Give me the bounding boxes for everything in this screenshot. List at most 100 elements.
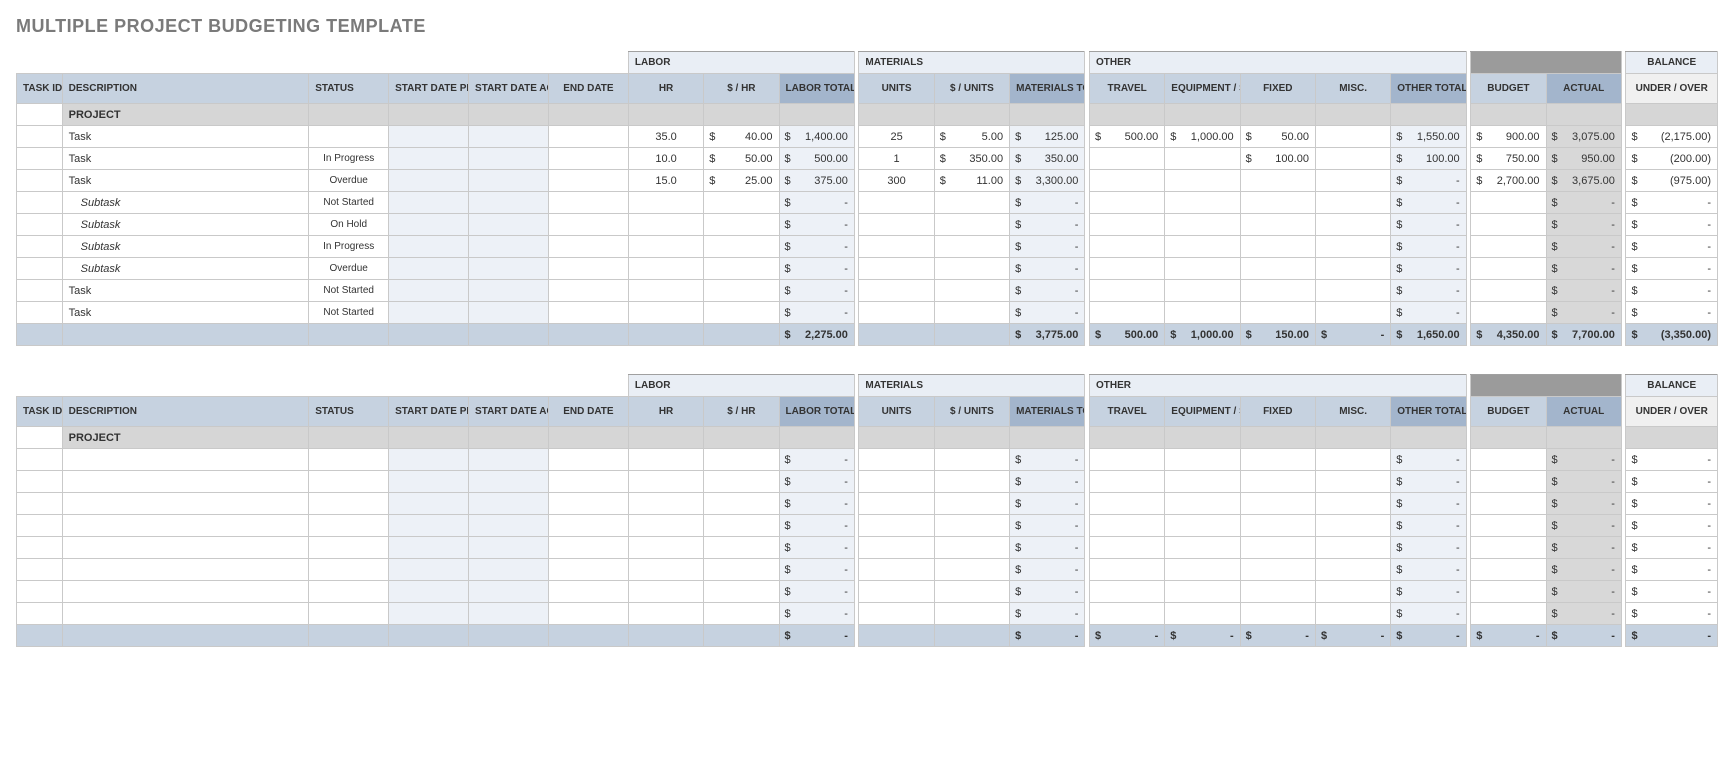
end-date-cell[interactable]: [548, 148, 628, 170]
cell[interactable]: [1089, 148, 1164, 170]
hr-cell[interactable]: 15.0: [628, 170, 703, 192]
hr-cell[interactable]: [628, 449, 703, 471]
cell[interactable]: [1165, 493, 1240, 515]
cell[interactable]: 1,400.00: [779, 126, 854, 148]
cell[interactable]: [1471, 515, 1546, 537]
cell[interactable]: [1165, 449, 1240, 471]
cell[interactable]: -: [1626, 280, 1718, 302]
start-planned-cell[interactable]: [389, 280, 469, 302]
cell[interactable]: 2,700.00: [1471, 170, 1546, 192]
cell[interactable]: [1471, 603, 1546, 625]
description-cell[interactable]: Task: [62, 148, 309, 170]
cell[interactable]: -: [1391, 280, 1466, 302]
end-date-cell[interactable]: [548, 581, 628, 603]
cell[interactable]: 500.00: [1089, 324, 1164, 346]
cell[interactable]: -: [1010, 258, 1085, 280]
end-date-cell[interactable]: [548, 126, 628, 148]
description-cell[interactable]: Subtask: [62, 258, 309, 280]
cell[interactable]: [704, 603, 779, 625]
cell[interactable]: [1315, 471, 1390, 493]
start-planned-cell[interactable]: [389, 258, 469, 280]
cell[interactable]: 4,350.00: [1471, 324, 1546, 346]
description-cell[interactable]: [62, 449, 309, 471]
cell[interactable]: -: [1391, 581, 1466, 603]
cell[interactable]: -: [1391, 471, 1466, 493]
units-cell[interactable]: [859, 302, 934, 324]
cell[interactable]: [1315, 537, 1390, 559]
start-actual-cell[interactable]: [469, 302, 549, 324]
cell[interactable]: -: [1391, 258, 1466, 280]
cell[interactable]: -: [1391, 559, 1466, 581]
cell[interactable]: [1089, 302, 1164, 324]
cell[interactable]: [1165, 603, 1240, 625]
end-date-cell[interactable]: [548, 302, 628, 324]
description-cell[interactable]: Task: [62, 126, 309, 148]
start-actual-cell[interactable]: [469, 471, 549, 493]
status-cell[interactable]: [309, 449, 389, 471]
description-cell[interactable]: Task: [62, 280, 309, 302]
cell[interactable]: -: [779, 192, 854, 214]
cell[interactable]: 100.00: [1240, 148, 1315, 170]
cell[interactable]: -: [779, 537, 854, 559]
start-actual-cell[interactable]: [469, 537, 549, 559]
cell[interactable]: [934, 236, 1009, 258]
start-actual-cell[interactable]: [469, 148, 549, 170]
description-cell[interactable]: [62, 537, 309, 559]
units-cell[interactable]: [859, 471, 934, 493]
units-cell[interactable]: [859, 258, 934, 280]
end-date-cell[interactable]: [548, 493, 628, 515]
status-cell[interactable]: [309, 559, 389, 581]
cell[interactable]: 500.00: [779, 148, 854, 170]
cell[interactable]: [1165, 471, 1240, 493]
cell[interactable]: -: [1391, 192, 1466, 214]
cell[interactable]: [934, 603, 1009, 625]
status-cell[interactable]: Overdue: [309, 170, 389, 192]
description-cell[interactable]: Subtask: [62, 192, 309, 214]
start-planned-cell[interactable]: [389, 192, 469, 214]
cell[interactable]: [1165, 236, 1240, 258]
taskid-cell[interactable]: [17, 537, 63, 559]
cell[interactable]: 3,675.00: [1546, 170, 1621, 192]
cell[interactable]: -: [1010, 302, 1085, 324]
start-actual-cell[interactable]: [469, 280, 549, 302]
cell[interactable]: [1471, 493, 1546, 515]
status-cell[interactable]: [309, 515, 389, 537]
start-actual-cell[interactable]: [469, 449, 549, 471]
taskid-cell[interactable]: [17, 280, 63, 302]
start-planned-cell[interactable]: [389, 302, 469, 324]
cell[interactable]: -: [1315, 324, 1390, 346]
start-actual-cell[interactable]: [469, 126, 549, 148]
status-cell[interactable]: In Progress: [309, 148, 389, 170]
start-planned-cell[interactable]: [389, 214, 469, 236]
units-cell[interactable]: [859, 581, 934, 603]
cell[interactable]: [1240, 214, 1315, 236]
cell[interactable]: -: [1010, 603, 1085, 625]
cell[interactable]: 1,000.00: [1165, 126, 1240, 148]
cell[interactable]: 3,075.00: [1546, 126, 1621, 148]
taskid-cell[interactable]: [17, 493, 63, 515]
cell[interactable]: [1315, 302, 1390, 324]
start-planned-cell[interactable]: [389, 537, 469, 559]
cell[interactable]: [1240, 493, 1315, 515]
cell[interactable]: -: [779, 559, 854, 581]
hr-cell[interactable]: 35.0: [628, 126, 703, 148]
start-actual-cell[interactable]: [469, 581, 549, 603]
cell[interactable]: [1165, 581, 1240, 603]
taskid-cell[interactable]: [17, 236, 63, 258]
hr-cell[interactable]: [628, 280, 703, 302]
start-planned-cell[interactable]: [389, 236, 469, 258]
cell[interactable]: -: [1391, 515, 1466, 537]
end-date-cell[interactable]: [548, 471, 628, 493]
end-date-cell[interactable]: [548, 214, 628, 236]
status-cell[interactable]: [309, 581, 389, 603]
cell[interactable]: [1165, 302, 1240, 324]
description-cell[interactable]: Task: [62, 302, 309, 324]
description-cell[interactable]: [62, 471, 309, 493]
cell[interactable]: 5.00: [934, 126, 1009, 148]
cell[interactable]: [1315, 515, 1390, 537]
cell[interactable]: 25.00: [704, 170, 779, 192]
cell[interactable]: [1165, 258, 1240, 280]
taskid-cell[interactable]: [17, 471, 63, 493]
taskid-cell[interactable]: [17, 302, 63, 324]
hr-cell[interactable]: [628, 493, 703, 515]
